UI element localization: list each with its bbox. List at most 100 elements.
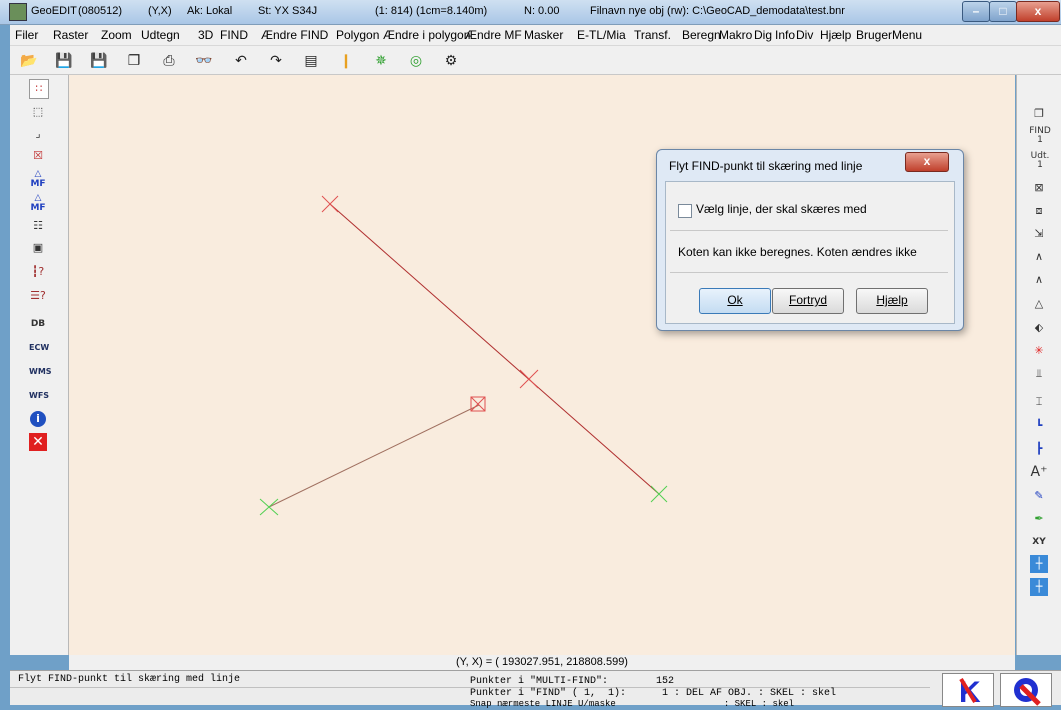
q-logo-icon (1014, 678, 1041, 706)
wfs-icon[interactable]: WFS (29, 387, 49, 405)
angle-small-icon[interactable]: ∧ (1030, 271, 1048, 289)
ak-label: Ak: Lokal (187, 5, 233, 17)
database-icon[interactable]: DB (29, 315, 47, 333)
gear-icon[interactable]: ⚙ (442, 51, 460, 69)
menu-item-masker[interactable]: Masker (524, 28, 563, 42)
point-select-icon[interactable]: ∷ (29, 79, 49, 99)
axis-plus-icon[interactable]: ┣ (1030, 440, 1048, 458)
grid-move-icon[interactable]: ┼ (1030, 578, 1048, 596)
redo-icon[interactable]: ↷ (267, 51, 285, 69)
grid-icon[interactable]: ☷ (29, 217, 47, 235)
open-folder-icon[interactable]: 📂 (20, 51, 38, 69)
polyline-icon[interactable]: ⬖ (1030, 319, 1048, 337)
menu-item-makro[interactable]: Makro (719, 28, 752, 42)
menu-item-ændre-mf[interactable]: Ændre MF (465, 28, 522, 42)
close-button[interactable]: x (1016, 1, 1060, 22)
corner-icon[interactable]: ⧈ (1030, 202, 1048, 220)
frame-icon[interactable]: ▣ (29, 239, 47, 257)
binoculars-icon[interactable]: 👓 (195, 51, 213, 69)
udt-tool[interactable]: Udt. 1 (1029, 152, 1051, 170)
info-icon[interactable]: i (30, 411, 46, 427)
menu-item-dig[interactable]: Dig (754, 28, 772, 42)
find-tool[interactable]: FIND 1 (1029, 127, 1051, 145)
menu-item-ændre-i-polygon[interactable]: Ændre i polygon (383, 28, 470, 42)
xy-tool[interactable]: XY (1030, 533, 1048, 551)
pen-icon[interactable]: ✎ (1030, 487, 1048, 505)
menu-item-filer[interactable]: Filer (15, 28, 38, 42)
print-icon[interactable]: ⎙ (160, 51, 178, 69)
copy-icon[interactable]: ❐ (125, 51, 143, 69)
select-line-checkbox[interactable] (678, 204, 692, 218)
xy-tool-label: XY (1032, 537, 1046, 547)
status-command: Flyt FIND-punkt til skæring med linje (18, 674, 241, 685)
minimize-button[interactable]: – (962, 1, 990, 22)
k-logo-icon: K (959, 676, 981, 709)
menu-item-ændre-find[interactable]: Ændre FIND (261, 28, 328, 42)
triangle-icon[interactable]: △ (1030, 295, 1048, 313)
menu-item-polygon[interactable]: Polygon (336, 28, 379, 42)
pin-icon[interactable]: ❙ (337, 51, 355, 69)
cancel-button[interactable]: Fortryd (772, 288, 844, 314)
wms-icon[interactable]: WMS (29, 363, 52, 381)
star-icon[interactable]: ✳ (1030, 342, 1048, 360)
help-button[interactable]: Hjælp (856, 288, 928, 314)
select-line-label: Vælg linje, der skal skæres med (696, 202, 867, 216)
title-bar: GeoEDIT (080512) (Y,X) Ak: Lokal St: YX … (0, 0, 1061, 25)
menu-item-hjælp[interactable]: Hjælp (820, 28, 851, 42)
query-list-icon[interactable]: ☰? (29, 287, 47, 305)
db-label: DB (30, 319, 46, 329)
mf-edit-label: MF (30, 203, 46, 213)
cancel-x-icon[interactable]: ✕ (29, 433, 47, 451)
save-icon[interactable]: 💾 (55, 51, 73, 69)
rect-select-icon[interactable]: ⬚ (29, 103, 47, 121)
window-icon[interactable]: ▤ (302, 51, 320, 69)
scale-label: (1: 814) (1cm=8.140m) (375, 5, 488, 17)
menu-item-raster[interactable]: Raster (53, 28, 88, 42)
ok-button[interactable]: Ok (699, 288, 771, 314)
menu-item-beregn[interactable]: Beregn (682, 28, 721, 42)
undo-icon[interactable]: ↶ (232, 51, 250, 69)
box-cross-icon[interactable]: ⊠ (1030, 179, 1048, 197)
menu-item-find[interactable]: FIND (220, 28, 248, 42)
menu-item-zoom[interactable]: Zoom (101, 28, 132, 42)
pin-point-icon[interactable]: ⫫ (1030, 365, 1048, 383)
dialog-move-find-point: Flyt FIND-punkt til skæring med linje x … (656, 149, 964, 331)
menu-item-brugermenu[interactable]: BrugerMenu (856, 28, 922, 42)
menu-item-udtegn[interactable]: Udtegn (141, 28, 180, 42)
wms-label: WMS (29, 367, 52, 376)
snap-icon[interactable]: ✵ (372, 51, 390, 69)
menu-item-info[interactable]: Info (775, 28, 795, 42)
angle-icon[interactable]: ∧ (1030, 248, 1048, 266)
target-icon[interactable]: ◎ (407, 51, 425, 69)
menu-item-e-tl-mia[interactable]: E-TL/Mia (577, 28, 626, 42)
text-plus-icon[interactable]: A⁺ (1030, 463, 1048, 481)
copy-tool-icon[interactable]: ❐ (1030, 105, 1048, 123)
q-logo-button[interactable] (1000, 673, 1052, 707)
menu-item-transf-[interactable]: Transf. (634, 28, 671, 42)
diagonal-icon[interactable]: ⇲ (1030, 225, 1048, 243)
mf-edit-icon[interactable]: △ MF (29, 193, 47, 213)
save-as-icon[interactable]: 💾 (90, 51, 108, 69)
mf-label: MF (30, 179, 46, 189)
filename-label: Filnavn nye obj (rw): C:\GeoCAD_demodata… (590, 5, 845, 17)
ecw-icon[interactable]: ECW (29, 339, 49, 357)
mf-icon[interactable]: △ MF (29, 169, 47, 189)
app-icon (9, 3, 27, 21)
n-label: N: 0.00 (524, 5, 560, 17)
ok-label: Ok (727, 293, 743, 307)
brush-icon[interactable]: ✒ (1030, 510, 1048, 528)
coordinate-readout: (Y, X) = ( 193027.951, 218808.599) (69, 655, 1015, 670)
grid-add-icon[interactable]: ┼ (1030, 555, 1048, 573)
window-select-icon[interactable]: ⌟ (29, 125, 47, 143)
dimension-icon[interactable]: ⌶ (1030, 393, 1048, 411)
menu-item-div[interactable]: Div (796, 28, 813, 42)
delete-select-icon[interactable]: ☒ (29, 147, 47, 165)
menu-item-3d[interactable]: 3D (198, 28, 213, 42)
maximize-button[interactable]: □ (989, 1, 1017, 22)
find-tool-sub: 1 (1037, 135, 1043, 145)
red-line (329, 203, 660, 495)
k-logo-button[interactable]: K (942, 673, 994, 709)
axis-icon[interactable]: ┗ (1030, 417, 1048, 435)
dialog-close-button[interactable]: x (905, 152, 949, 172)
query-icon[interactable]: ┇? (29, 263, 47, 281)
